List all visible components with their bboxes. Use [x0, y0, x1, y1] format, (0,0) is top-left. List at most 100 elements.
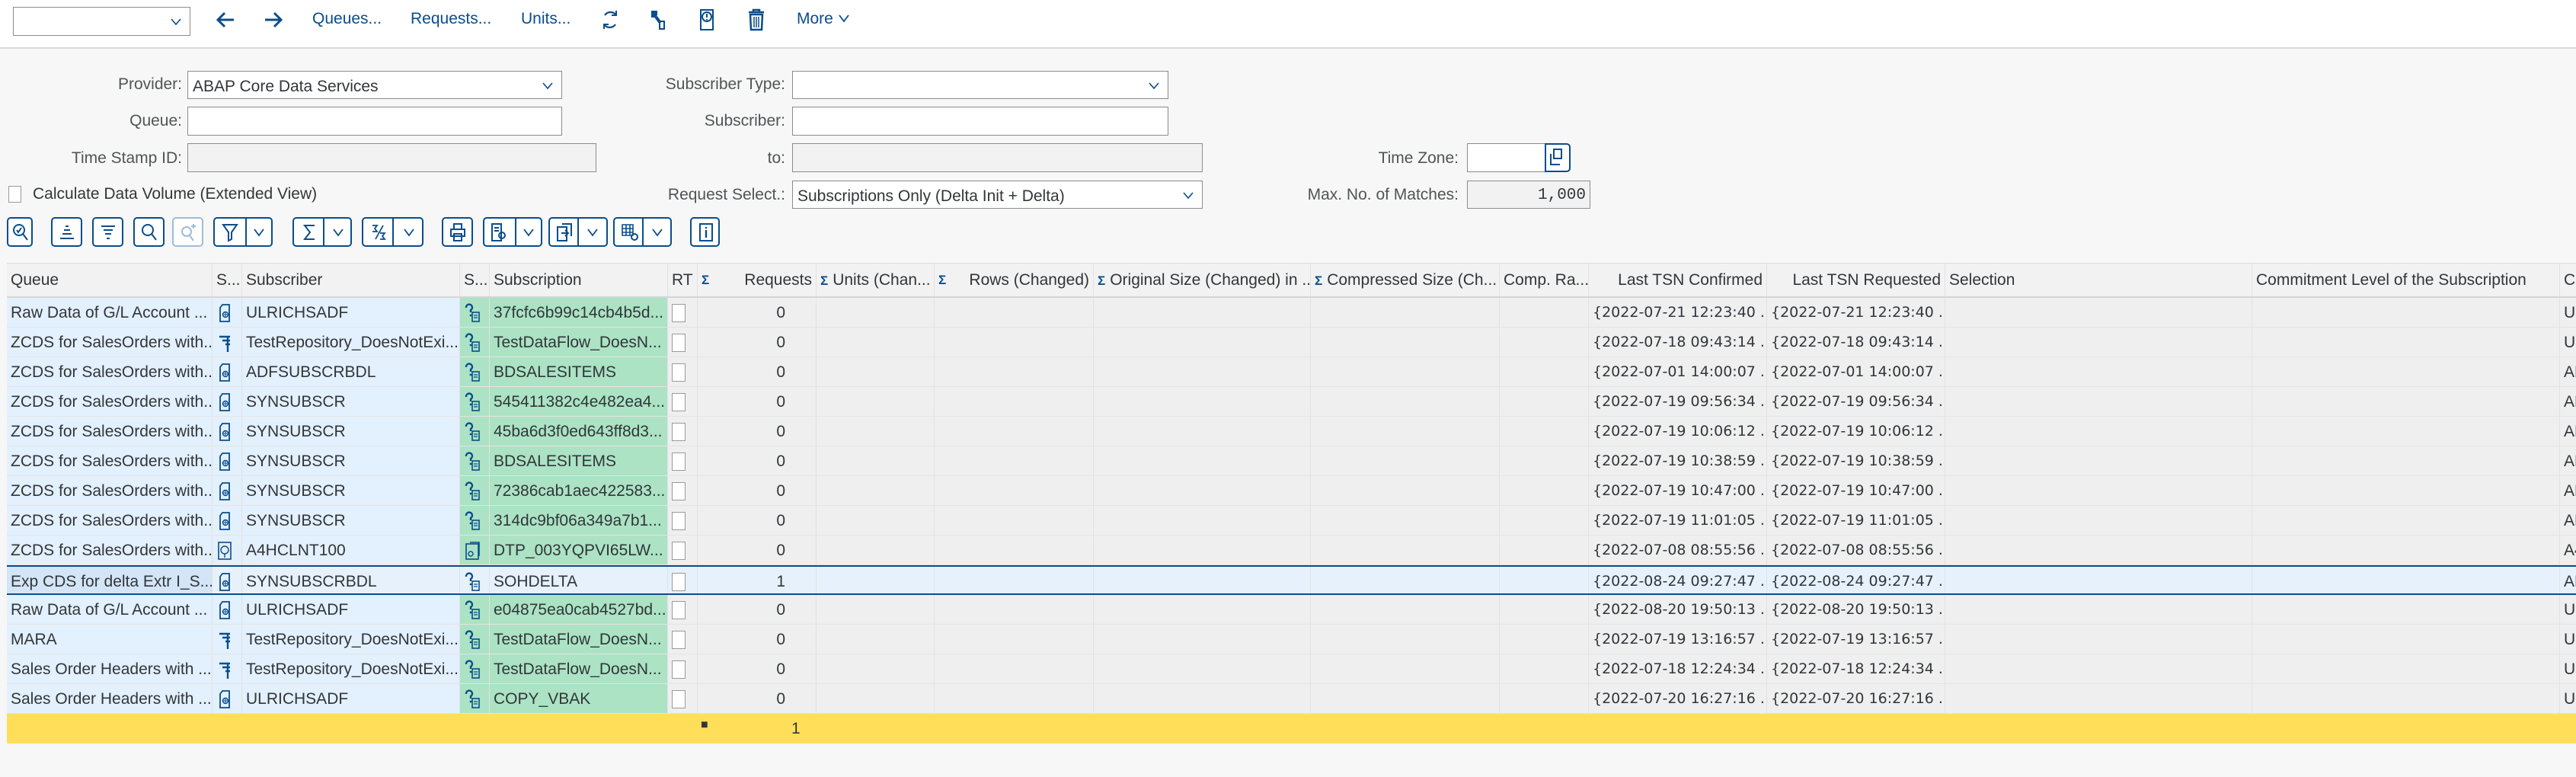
variant-select[interactable] — [13, 7, 190, 36]
max-matches-input[interactable]: 1,000 — [1467, 181, 1590, 209]
requests-button[interactable]: Requests... — [411, 10, 491, 28]
column-header[interactable]: Σ Units (Chan... — [817, 264, 935, 296]
column-header[interactable]: Σ Original Size (Changed) in ... — [1094, 264, 1311, 296]
subscription-cell: BDSALESITEMS — [490, 357, 668, 386]
subscription-cell: 314dc9bf06a349a7b1... — [490, 506, 668, 535]
time-zone-input[interactable] — [1467, 143, 1546, 172]
realtime-checkbox[interactable] — [672, 690, 686, 709]
adf-subscriber-icon — [219, 423, 230, 442]
column-header[interactable]: Subscription — [490, 264, 668, 296]
table-row[interactable]: Sales Order Headers with ... ULRICHSADF CO… — [7, 684, 2576, 714]
refresh-icon[interactable] — [599, 8, 622, 32]
sort-ascending-icon — [60, 225, 74, 239]
layout-button[interactable] — [613, 217, 672, 247]
table-row[interactable]: Raw Data of G/L Account ... ULRICHSADF e04… — [7, 595, 2576, 625]
cr-value: UL — [2564, 304, 2576, 321]
subscription-name: TestDataFlow_DoesN... — [494, 334, 662, 351]
realtime-checkbox[interactable] — [672, 631, 686, 650]
table-row[interactable]: ZCDS for SalesOrders with... TestReposito… — [7, 328, 2576, 357]
table-row[interactable]: Sales Order Headers with ... TestReposito… — [7, 654, 2576, 684]
cr-cell: UL — [2560, 298, 2576, 327]
realtime-checkbox[interactable] — [672, 601, 686, 620]
realtime-checkbox[interactable] — [672, 660, 686, 679]
column-header[interactable]: Selection — [1945, 264, 2252, 296]
timestamp-input[interactable] — [187, 143, 596, 172]
column-header[interactable]: S... — [213, 264, 242, 296]
realtime-checkbox[interactable] — [672, 512, 686, 531]
cr-cell: UL — [2560, 595, 2576, 624]
table-row[interactable]: ZCDS for SalesOrders with... SYNSUBSCR 45b… — [7, 417, 2576, 446]
table-row[interactable]: ZCDS for SalesOrders with... SYNSUBSCR 723… — [7, 476, 2576, 506]
table-row[interactable]: Raw Data of G/L Account ... ULRICHSADF 37f… — [7, 298, 2576, 328]
realtime-checkbox[interactable] — [672, 363, 686, 382]
queues-button[interactable]: Queues... — [312, 10, 382, 28]
last-tsn-confirmed-cell: {2022-07-19 09:56:34 ... — [1589, 387, 1767, 416]
units-button[interactable]: Units... — [521, 10, 570, 28]
column-header[interactable]: Queue — [7, 264, 213, 296]
info-button[interactable] — [690, 217, 720, 247]
filter-button[interactable] — [213, 217, 273, 247]
view-button[interactable] — [483, 217, 542, 247]
realtime-checkbox[interactable] — [672, 542, 686, 561]
details-button[interactable] — [7, 217, 33, 247]
arrow-right-icon[interactable] — [262, 8, 285, 32]
sigma-icon: Σ — [1098, 273, 1106, 288]
provider-select[interactable]: ABAP Core Data Services — [187, 71, 562, 99]
cr-value: AD — [2564, 452, 2576, 470]
commitment-level-cell — [2252, 387, 2560, 416]
export-button[interactable] — [548, 217, 608, 247]
timestamp-to-input[interactable] — [792, 143, 1203, 172]
calc-volume-checkbox[interactable] — [8, 186, 21, 203]
trash-icon[interactable] — [745, 8, 768, 32]
chevron-down-icon — [254, 229, 264, 237]
table-row[interactable]: ZCDS for SalesOrders with... SYNSUBSCR 545… — [7, 387, 2576, 417]
value-help-button[interactable] — [1545, 143, 1571, 172]
realtime-checkbox[interactable] — [672, 393, 686, 412]
subscriber-input[interactable] — [792, 107, 1168, 136]
column-header[interactable]: S... — [460, 264, 490, 296]
queue-cell: Raw Data of G/L Account ... — [7, 298, 213, 327]
column-header[interactable]: RT — [668, 264, 698, 296]
empty-cell — [1500, 684, 1589, 713]
request-select[interactable]: Subscriptions Only (Delta Init + Delta) — [792, 181, 1203, 209]
table-row[interactable]: MARA TestRepository_DoesNotExi... TestData… — [7, 625, 2576, 654]
column-header[interactable]: Commitment Level of the Subscription — [2252, 264, 2560, 296]
find-button[interactable] — [133, 217, 165, 247]
empty-cell — [1500, 357, 1589, 386]
table-row[interactable]: ZCDS for SalesOrders with... A4HCLNT100 DT… — [7, 536, 2576, 565]
table-row[interactable]: Exp CDS for delta Extr I_S... SYNSUBSCRBD… — [7, 565, 2576, 595]
subtotal-button[interactable] — [362, 217, 423, 247]
alert-document-icon[interactable] — [695, 8, 718, 32]
column-header[interactable]: Comp. Ra... — [1500, 264, 1589, 296]
column-header[interactable]: Last TSN Confirmed — [1589, 264, 1767, 296]
sum-button[interactable] — [292, 217, 352, 247]
realtime-cell — [668, 506, 698, 535]
subscriber-type-select[interactable] — [792, 71, 1168, 99]
column-header[interactable]: Σ Rows (Changed) — [935, 264, 1094, 296]
column-header[interactable]: Σ Compressed Size (Ch... — [1311, 264, 1500, 296]
arrow-left-icon[interactable] — [214, 8, 237, 32]
realtime-checkbox[interactable] — [672, 482, 686, 501]
print-button[interactable] — [442, 217, 473, 247]
empty-cell — [1311, 417, 1500, 446]
sort-ascending-button[interactable] — [51, 217, 82, 247]
table-row[interactable]: ZCDS for SalesOrders with... ADFSUBSCRBDL… — [7, 357, 2576, 387]
wrench-icon[interactable] — [647, 8, 670, 32]
last-tsn-requested: {2022-07-19 13:16:57 ... — [1771, 631, 1945, 648]
column-header[interactable]: Cr — [2560, 264, 2576, 296]
column-header[interactable]: Subscriber — [242, 264, 460, 296]
more-button[interactable]: More — [797, 10, 850, 28]
column-header[interactable]: Σ Requests — [698, 264, 817, 296]
table-row[interactable]: ZCDS for SalesOrders with... SYNSUBSCR 314… — [7, 506, 2576, 536]
realtime-checkbox[interactable] — [672, 573, 686, 592]
commitment-level-cell — [2252, 654, 2560, 683]
table-row[interactable]: ZCDS for SalesOrders with... SYNSUBSCR BDS… — [7, 446, 2576, 476]
column-header[interactable]: Last TSN Requested — [1767, 264, 1945, 296]
realtime-checkbox[interactable] — [672, 423, 686, 442]
queue-input[interactable] — [187, 107, 562, 136]
realtime-checkbox[interactable] — [672, 452, 686, 472]
realtime-checkbox[interactable] — [672, 304, 686, 323]
realtime-checkbox[interactable] — [672, 334, 686, 353]
find-next-button[interactable] — [172, 217, 203, 247]
sort-descending-button[interactable] — [92, 217, 123, 247]
